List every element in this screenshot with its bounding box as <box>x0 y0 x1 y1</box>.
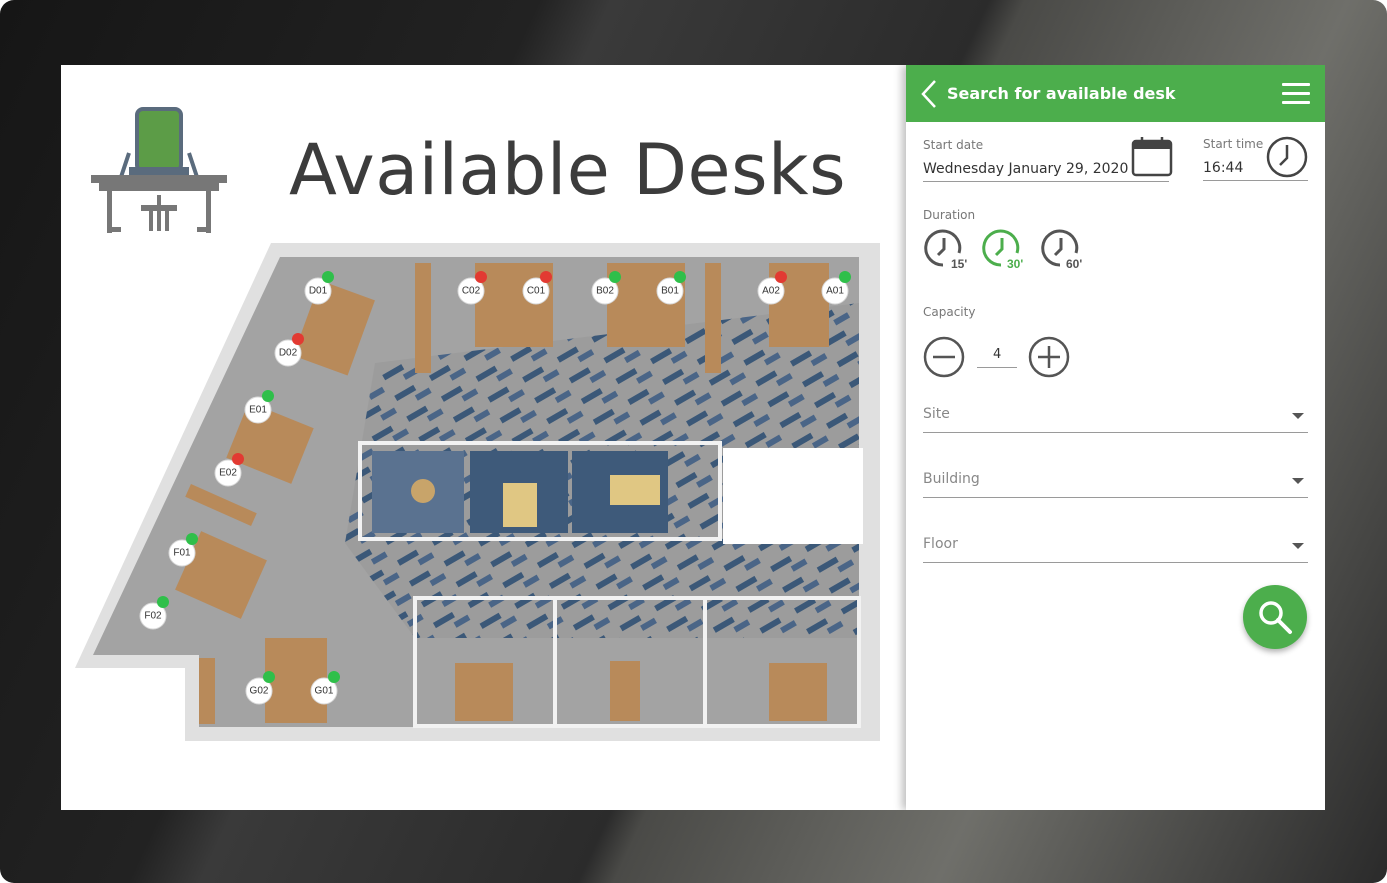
desk-marker-label: A02 <box>762 286 780 297</box>
capacity-underline <box>977 367 1017 368</box>
chevron-down-icon <box>1292 413 1304 419</box>
clock-icon[interactable] <box>1265 135 1309 179</box>
calendar-icon[interactable] <box>1131 136 1173 178</box>
duration-60-button[interactable]: 60' <box>1040 227 1084 271</box>
duration-label: Duration <box>923 208 976 222</box>
start-date-value[interactable]: Wednesday January 29, 2020 <box>923 161 1128 177</box>
start-time-value[interactable]: 16:44 <box>1203 160 1243 176</box>
capacity-value[interactable]: 4 <box>993 347 1001 362</box>
duration-15-label: 15' <box>951 257 967 271</box>
building-select[interactable]: Building <box>923 468 1308 498</box>
desk-marker-label: F02 <box>144 611 162 622</box>
desk-marker-label: D01 <box>309 286 328 297</box>
search-icon <box>1259 601 1292 634</box>
page-title: Available Desks <box>289 129 847 211</box>
desk-marker-label: E02 <box>219 468 237 479</box>
search-panel: Search for available desk Start date Wed… <box>906 65 1325 810</box>
chevron-left-icon[interactable] <box>920 79 938 109</box>
start-time-label: Start time <box>1203 137 1264 151</box>
capacity-label: Capacity <box>923 305 976 319</box>
desk-marker-label: G02 <box>250 686 269 697</box>
start-date-underline <box>923 181 1169 182</box>
floor-select[interactable]: Floor <box>923 533 1308 563</box>
plus-circle-icon[interactable] <box>1028 336 1070 378</box>
desk-marker-label: B02 <box>596 286 614 297</box>
start-date-label: Start date <box>923 138 984 152</box>
floor-select-label: Floor <box>923 536 958 552</box>
chevron-down-icon <box>1292 543 1304 549</box>
duration-30-label: 30' <box>1007 257 1023 271</box>
desk-marker-label: A01 <box>826 286 844 297</box>
search-button[interactable] <box>1243 585 1307 649</box>
desk-marker-label: C01 <box>527 286 546 297</box>
desk-marker-label: E01 <box>249 405 267 416</box>
desk-marker-label: C02 <box>462 286 481 297</box>
desk-marker-label: D02 <box>279 348 298 359</box>
office-floor-plan: D01 D02 C02 C01 B02 B01 A02 A01 E01 E02 … <box>75 243 880 741</box>
desk-marker-label: G01 <box>315 686 334 697</box>
desk-marker-label: F01 <box>173 548 191 559</box>
building-select-label: Building <box>923 471 980 487</box>
start-time-underline <box>1203 180 1308 181</box>
duration-30-button[interactable]: 30' <box>981 227 1025 271</box>
duration-15-button[interactable]: 15' <box>923 227 967 271</box>
minus-circle-icon[interactable] <box>923 336 965 378</box>
site-select[interactable]: Site <box>923 403 1308 433</box>
site-select-label: Site <box>923 406 950 422</box>
panel-header: Search for available desk <box>906 65 1325 122</box>
desk-chair-icon <box>91 107 227 233</box>
hamburger-menu-icon[interactable] <box>1282 83 1310 105</box>
panel-title: Search for available desk <box>947 84 1176 103</box>
screen: Available Desks D01 D02 C02 C01 B02 B01 … <box>61 65 1325 810</box>
duration-60-label: 60' <box>1066 257 1082 271</box>
chevron-down-icon <box>1292 478 1304 484</box>
desk-marker-label: B01 <box>661 286 679 297</box>
